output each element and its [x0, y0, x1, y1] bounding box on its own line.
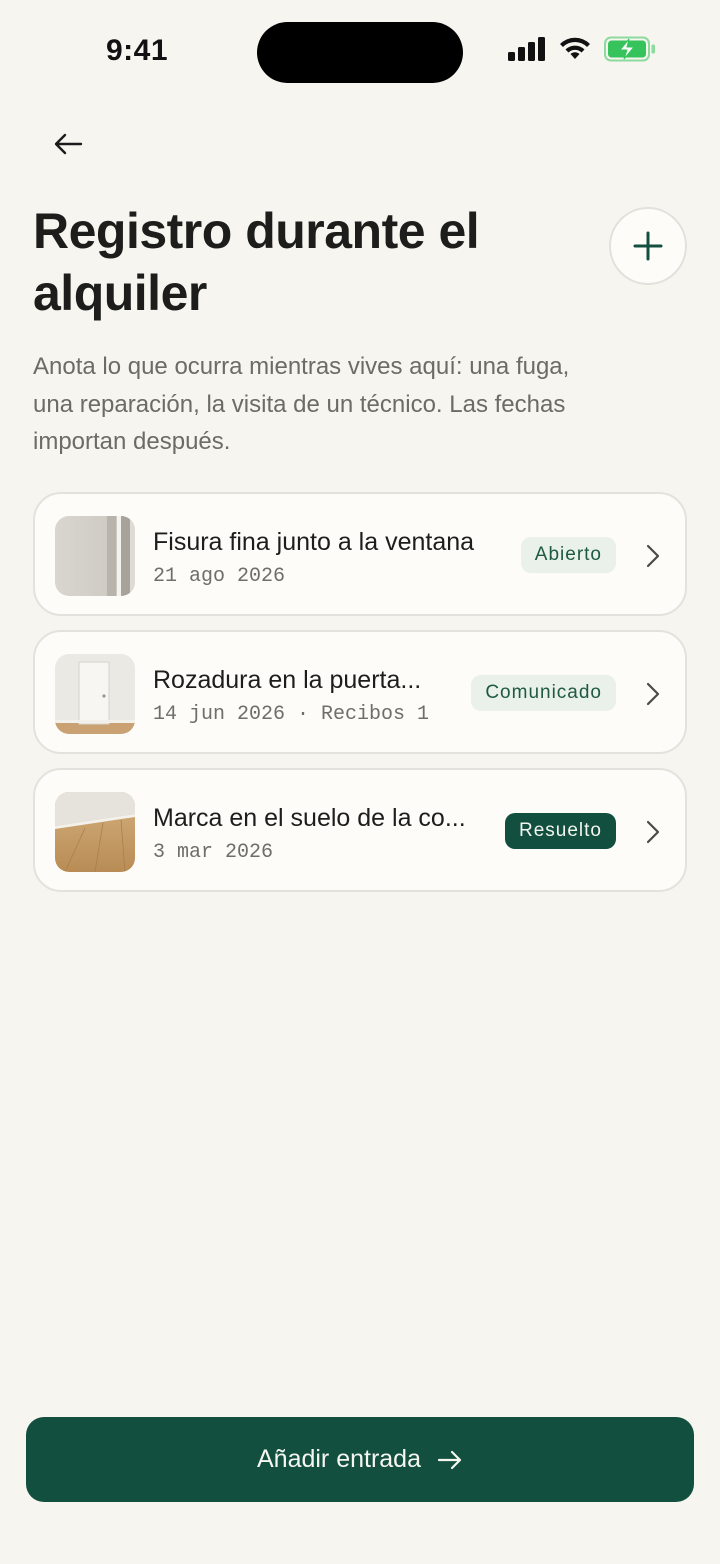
- chevron-right-icon: [646, 544, 660, 568]
- status-time: 9:41: [106, 34, 169, 67]
- status-icons: [508, 36, 656, 62]
- page-title: Registro durante el alquiler: [33, 203, 480, 321]
- entry-card[interactable]: Fisura fina junto a la ventana 21 ago 20…: [33, 492, 687, 616]
- add-button[interactable]: [609, 207, 687, 285]
- page-intro: Anota lo que ocurra mientras vives aquí:…: [33, 353, 570, 455]
- screen: 9:41 Registro durante el alquiler Anota …: [0, 0, 720, 1564]
- status-badge: Abierto: [520, 537, 616, 573]
- status-badge: Resuelto: [505, 813, 616, 849]
- arrow-right-icon: [437, 1450, 462, 1469]
- dynamic-island: [257, 22, 463, 83]
- entry-title: Marca en el suelo de la co...: [153, 804, 466, 832]
- entry-meta: 3 mar 2026: [153, 841, 274, 864]
- entry-meta: 14 jun 2026 · Recibos 1: [153, 703, 430, 726]
- entry-title: Rozadura en la puerta...: [153, 666, 422, 694]
- entry-thumbnail: [55, 516, 135, 596]
- chevron-right-icon: [646, 820, 660, 844]
- add-entry-button[interactable]: Añadir entrada: [26, 1417, 694, 1502]
- entry-thumbnail: [55, 792, 135, 872]
- wifi-icon: [560, 37, 590, 59]
- entry-title: Fisura fina junto a la ventana: [153, 528, 475, 556]
- entry-thumbnail: [55, 654, 135, 734]
- status-badge: Comunicado: [471, 675, 616, 711]
- chevron-right-icon: [646, 682, 660, 706]
- entry-card[interactable]: Marca en el suelo de la co... 3 mar 2026…: [33, 768, 687, 892]
- entry-list: Fisura fina junto a la ventana 21 ago 20…: [33, 492, 687, 906]
- signal-icon: [508, 37, 545, 61]
- entry-meta: 21 ago 2026: [153, 565, 286, 588]
- entry-card[interactable]: Rozadura en la puerta... 14 jun 2026 · R…: [33, 630, 687, 754]
- plus-icon: [633, 231, 663, 261]
- add-entry-label: Añadir entrada: [256, 1445, 421, 1473]
- back-button[interactable]: [44, 120, 92, 168]
- battery-charging-icon: [604, 36, 655, 62]
- arrow-left-icon: [54, 133, 83, 155]
